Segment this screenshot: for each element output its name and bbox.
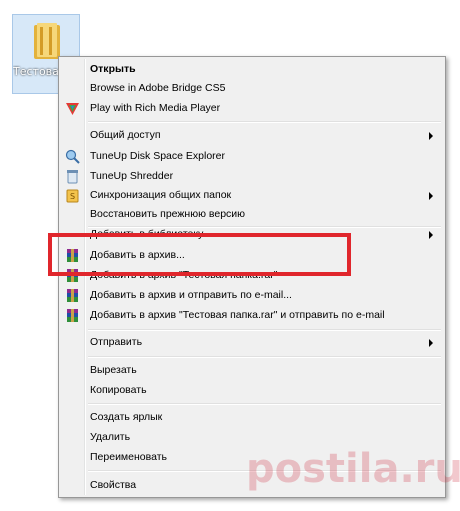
svg-text:S: S [70, 192, 75, 201]
submenu-arrow-icon [429, 132, 433, 140]
highlight-box [48, 233, 351, 276]
disk-space-explorer-icon [65, 149, 80, 164]
menu-separator [88, 356, 441, 358]
menu-item-delete[interactable]: Удалить [61, 428, 443, 447]
menu-item-disk-space-explorer[interactable]: TuneUp Disk Space Explorer [61, 147, 443, 166]
sync-folder-icon: S [66, 189, 79, 203]
menu-item-adobe-bridge[interactable]: Browse in Adobe Bridge CS5 [61, 79, 443, 98]
context-menu: Открыть Browse in Adobe Bridge CS5 Play … [58, 56, 446, 498]
menu-item-sharing[interactable]: Общий доступ [61, 126, 443, 145]
watermark-text: postila.ru [246, 446, 460, 492]
folder-icon [34, 23, 60, 59]
menu-item-create-shortcut[interactable]: Создать ярлык [61, 408, 443, 427]
rich-media-player-icon [66, 103, 79, 115]
menu-item-named-archive-and-email[interactable]: Добавить в архив "Тестовая папка.rar" и … [61, 306, 443, 325]
winrar-icon [67, 309, 78, 322]
menu-item-restore-version[interactable]: Восстановить прежнюю версию [61, 205, 443, 224]
menu-item-open[interactable]: Открыть [61, 60, 443, 79]
menu-separator [88, 121, 441, 123]
submenu-arrow-icon [429, 231, 433, 239]
submenu-arrow-icon [429, 192, 433, 200]
submenu-arrow-icon [429, 339, 433, 347]
shredder-icon [67, 170, 78, 184]
menu-item-rich-media-player[interactable]: Play with Rich Media Player [61, 99, 443, 118]
menu-item-sync-folders[interactable]: S Синхронизация общих папок [61, 186, 443, 205]
menu-separator [88, 403, 441, 405]
winrar-icon [67, 289, 78, 302]
menu-item-copy[interactable]: Копировать [61, 381, 443, 400]
menu-item-cut[interactable]: Вырезать [61, 361, 443, 380]
menu-item-archive-and-email[interactable]: Добавить в архив и отправить по e-mail..… [61, 286, 443, 305]
menu-item-shredder[interactable]: TuneUp Shredder [61, 167, 443, 186]
menu-separator [88, 329, 441, 331]
menu-item-send-to[interactable]: Отправить [61, 333, 443, 352]
